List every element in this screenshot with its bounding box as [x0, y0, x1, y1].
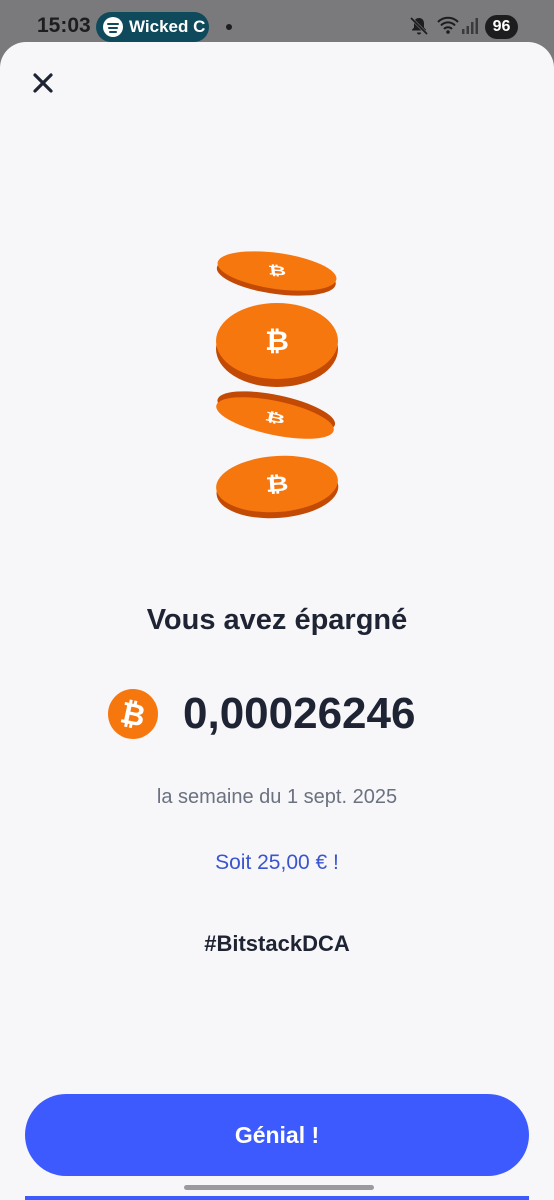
now-playing-chip[interactable]: Wicked C [96, 12, 209, 42]
btc-amount: 0,00026246 [183, 689, 416, 738]
fiat-equivalent: Soit 25,00 € ! [215, 851, 339, 874]
bitcoin-icon: ₿ [108, 689, 158, 739]
battery-level: 96 [485, 15, 518, 39]
now-playing-title: Wicked C [129, 17, 206, 36]
coin-top [216, 251, 337, 296]
hashtag: #BitstackDCA [204, 931, 350, 956]
wifi-icon [437, 16, 459, 34]
status-time: 15:03 [37, 14, 91, 37]
home-indicator[interactable] [184, 1185, 374, 1190]
coin-tilted [216, 391, 336, 439]
savings-headline: Vous avez épargné [146, 604, 408, 636]
coin-large [216, 303, 338, 387]
coin-bottom [216, 455, 339, 519]
button-shadow-strip [25, 1196, 529, 1200]
genial-button[interactable]: Génial ! [25, 1094, 529, 1176]
signal-icon [462, 18, 478, 34]
mute-icon [409, 16, 429, 36]
savings-period: la semaine du 1 sept. 2025 [156, 786, 398, 808]
bitcoin-coins-illustration: ₿ [216, 251, 339, 519]
notification-dot [226, 24, 232, 30]
spotify-icon [103, 17, 123, 37]
close-icon[interactable] [26, 66, 60, 100]
